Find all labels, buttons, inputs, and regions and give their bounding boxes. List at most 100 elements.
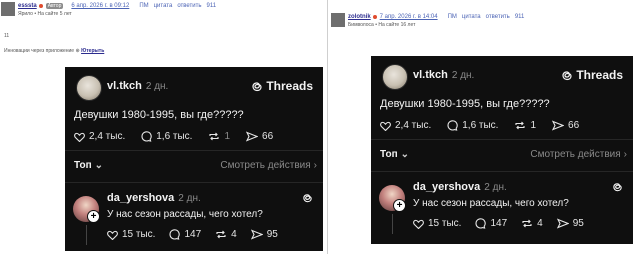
like-button[interactable]: 2,4 тыс. xyxy=(380,120,431,131)
like-button[interactable]: 15 тыс. xyxy=(107,229,155,240)
post-text: Девушки 1980-1995, вы где????? xyxy=(380,98,550,110)
share-button[interactable]: 95 xyxy=(556,218,584,229)
comment-icon xyxy=(141,131,152,142)
post-text: Девушки 1980-1995, вы где????? xyxy=(74,109,244,121)
threads-icon xyxy=(252,81,262,91)
comment-button[interactable]: 1,6 тыс. xyxy=(447,120,498,131)
comment-icon xyxy=(447,120,458,131)
post-stats: 2,4 тыс. 1,6 тыс. 1 66 xyxy=(74,131,289,142)
share-icon: ⊕ xyxy=(75,48,80,54)
post-date-link[interactable]: 6 апр. 2026 г. в 09:12 xyxy=(71,2,129,10)
follow-plus-icon[interactable]: + xyxy=(393,199,406,212)
comment-icon xyxy=(169,229,181,240)
chevron-right-icon: › xyxy=(623,149,627,160)
online-status-icon xyxy=(372,15,377,19)
like-button[interactable]: 2,4 тыс. xyxy=(74,131,125,142)
repost-icon xyxy=(209,132,220,141)
threads-icon xyxy=(562,70,572,80)
share-line: Инновации через приложение ⊕ Ютерыть xyxy=(4,48,104,54)
reply-link[interactable]: ответить xyxy=(486,13,510,21)
divider xyxy=(65,150,323,151)
post-stats: 2,4 тыс. 1,6 тыс. 1 66 xyxy=(380,120,595,131)
chevron-right-icon: › xyxy=(313,160,317,171)
share-button[interactable]: 95 xyxy=(250,229,278,240)
author-link[interactable]: zolotnik xyxy=(348,13,371,21)
comment-button[interactable]: 147 xyxy=(169,229,201,240)
author-meta: Бимволоса • На сайте 16 лет xyxy=(348,22,416,28)
post-header: zolotnik 7 апр. 2026 г. в 14:04 ПМ цитат… xyxy=(331,13,529,29)
threads-logo[interactable]: Threads xyxy=(561,68,623,82)
post-text: 11 xyxy=(4,33,10,39)
chevron-down-icon: ⌄ xyxy=(400,149,410,160)
divider xyxy=(371,139,633,140)
heart-icon xyxy=(74,132,85,142)
send-icon xyxy=(556,218,569,229)
avatar[interactable] xyxy=(76,75,102,101)
post-author[interactable]: vl.tkch 2 дн. xyxy=(107,80,168,92)
threads-logo[interactable]: Threads xyxy=(251,79,313,93)
post-author[interactable]: vl.tkch 2 дн. xyxy=(413,69,474,81)
repost-button[interactable]: 4 xyxy=(521,218,543,229)
share-button[interactable]: 66 xyxy=(552,120,579,131)
comment-button[interactable]: 1,6 тыс. xyxy=(141,131,192,142)
post-date-link[interactable]: 7 апр. 2026 г. в 14:04 xyxy=(380,13,438,21)
comment-button[interactable]: 147 xyxy=(475,218,507,229)
view-activity-link[interactable]: Смотреть действия › xyxy=(530,149,627,160)
share-prefix: Инновации через приложение xyxy=(4,48,75,54)
threads-embed[interactable]: vl.tkch 2 дн. Threads Девушки 1980-1995, … xyxy=(65,67,323,251)
reply-author[interactable]: da_yershova 2 дн. xyxy=(107,192,201,204)
reply-text: У нас сезон рассады, чего хотел? xyxy=(413,198,569,209)
repost-button[interactable]: 1 xyxy=(514,120,536,131)
divider xyxy=(65,182,323,183)
avatar[interactable] xyxy=(382,64,408,90)
author-badge: Автор xyxy=(45,3,64,9)
view-activity-link[interactable]: Смотреть действия › xyxy=(220,160,317,171)
pm-link[interactable]: ПМ xyxy=(448,13,457,21)
send-icon xyxy=(250,229,263,240)
repost-icon xyxy=(522,219,532,228)
reply-stats: 15 тыс. 147 4 95 xyxy=(107,229,292,240)
threads-icon[interactable] xyxy=(612,180,623,198)
reply-text: У нас сезон рассады, чего хотел? xyxy=(107,209,263,220)
repost-icon xyxy=(216,230,226,239)
chevron-down-icon: ⌄ xyxy=(94,160,104,171)
send-icon xyxy=(246,131,259,142)
repost-button[interactable]: 4 xyxy=(215,229,237,240)
post-header: esssta Автор 6 апр. 2026 г. в 09:12 ПМ ц… xyxy=(1,2,221,18)
author-link[interactable]: esssta xyxy=(18,2,37,10)
online-status-icon xyxy=(38,4,43,8)
repost-icon xyxy=(515,121,526,130)
heart-icon xyxy=(380,121,391,131)
quote-link[interactable]: цитата xyxy=(154,2,173,10)
right-forum-post: zolotnik 7 апр. 2026 г. в 14:04 ПМ цитат… xyxy=(327,0,640,254)
reply-link[interactable]: ответить xyxy=(177,2,201,10)
left-forum-post: esssta Автор 6 апр. 2026 г. в 09:12 ПМ ц… xyxy=(0,0,328,254)
send-icon xyxy=(552,120,565,131)
like-button[interactable]: 15 тыс. xyxy=(413,218,461,229)
post-meta: zolotnik 7 апр. 2026 г. в 14:04 ПМ цитат… xyxy=(348,13,529,29)
reply-author[interactable]: da_yershova 2 дн. xyxy=(413,181,507,193)
threads-embed[interactable]: vl.tkch 2 дн. Threads Девушки 1980-1995, … xyxy=(371,56,633,244)
comment-icon xyxy=(475,218,487,229)
repost-button[interactable]: 1 xyxy=(208,131,230,142)
quote-link[interactable]: цитата xyxy=(462,13,481,21)
divider xyxy=(371,171,633,172)
sort-dropdown[interactable]: Топ ⌄ xyxy=(380,149,409,160)
sort-dropdown[interactable]: Топ ⌄ xyxy=(74,160,103,171)
heart-icon xyxy=(413,219,424,229)
share-button[interactable]: 66 xyxy=(246,131,273,142)
avatar[interactable] xyxy=(331,13,345,27)
threads-icon[interactable] xyxy=(302,191,313,209)
post-number-link[interactable]: 911 xyxy=(515,13,525,21)
thread-line xyxy=(86,225,87,245)
reply-stats: 15 тыс. 147 4 95 xyxy=(413,218,598,229)
pm-link[interactable]: ПМ xyxy=(139,2,148,10)
share-link[interactable]: Ютерыть xyxy=(81,48,104,54)
follow-plus-icon[interactable]: + xyxy=(87,210,100,223)
avatar[interactable] xyxy=(1,2,15,16)
post-number-link[interactable]: 911 xyxy=(207,2,217,10)
post-meta: esssta Автор 6 апр. 2026 г. в 09:12 ПМ ц… xyxy=(18,2,221,18)
thread-line xyxy=(392,214,393,234)
heart-icon xyxy=(107,230,118,240)
author-meta: Ярило • На сайте 5 лет xyxy=(18,11,72,17)
